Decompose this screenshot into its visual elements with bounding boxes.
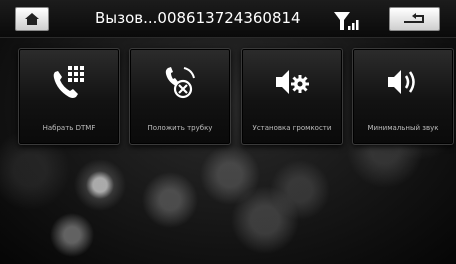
top-bar: Вызов...008613724360814 [0,0,456,38]
tile-label: Набрать DTMF [42,124,96,132]
tile-label: Установка громкости [252,124,332,132]
tile-label: Положить трубку [147,124,213,132]
hang-up-icon [130,57,230,107]
dialpad-phone-icon [19,57,119,107]
back-button[interactable] [389,7,440,31]
volume-settings-icon [242,57,342,107]
volume-settings-button[interactable]: Установка громкости [241,48,343,145]
hang-up-button[interactable]: Положить трубку [129,48,231,145]
min-sound-button[interactable]: Минимальный звук [352,48,454,145]
signal-strength-icon [334,12,359,30]
dial-dtmf-button[interactable]: Набрать DTMF [18,48,120,145]
home-button[interactable] [15,7,49,31]
call-title: Вызов...008613724360814 [95,9,301,27]
speaker-icon [353,57,453,107]
home-icon [25,13,39,25]
back-arrow-icon [403,13,424,23]
tile-label: Минимальный звук [367,124,439,132]
call-screen: Вызов...008613724360814 Набрать DTMF Пол… [0,0,456,264]
